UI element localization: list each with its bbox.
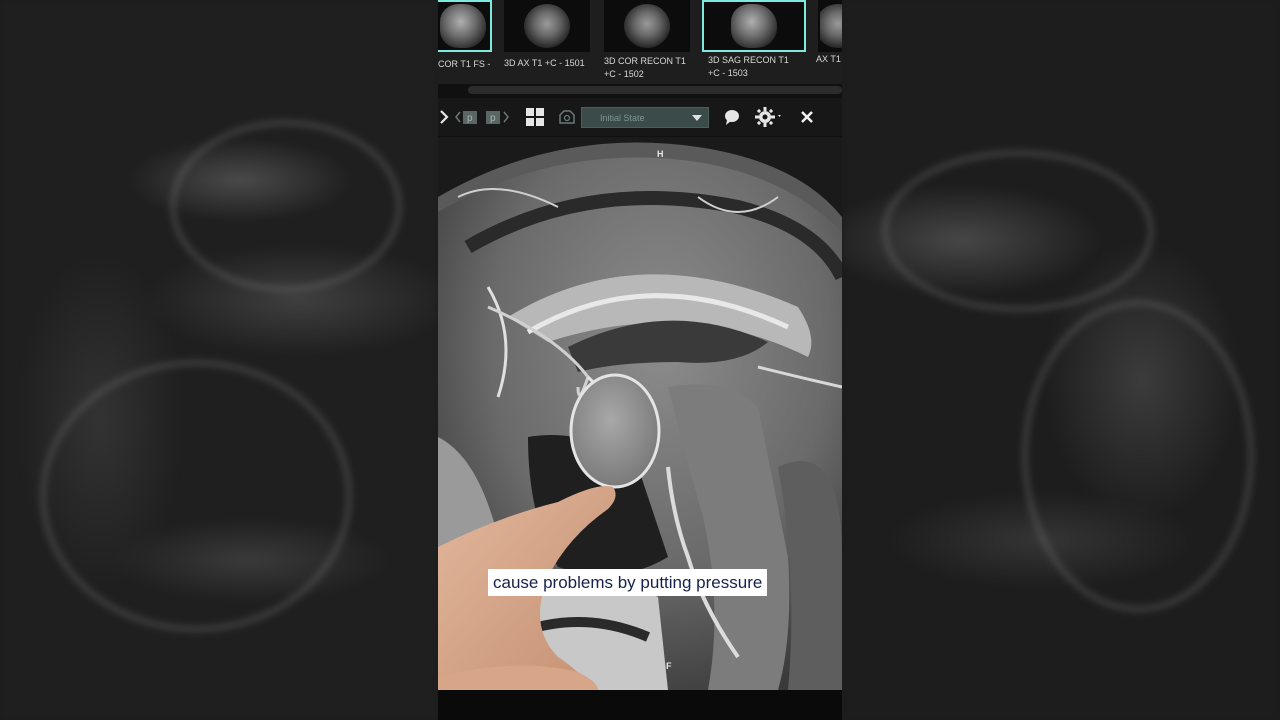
viewer-bottom-bezel [438, 690, 842, 720]
series-label: AX T1 [816, 54, 841, 64]
background-vessel-shape [170, 120, 402, 292]
series-thumbnail[interactable] [604, 0, 690, 52]
series-thumbnail[interactable] [504, 0, 590, 52]
series-thumbnail[interactable] [818, 0, 842, 52]
series-label: COR T1 FS - [438, 59, 491, 69]
comment-icon[interactable] [723, 108, 741, 126]
orientation-label-foot: F [666, 661, 672, 671]
background-vessel-shape [1022, 300, 1254, 612]
series-label: 3D AX T1 +C - 1501 [504, 58, 585, 68]
series-label: 3D SAG RECON T1 [708, 55, 789, 65]
series-thumbnail-selected[interactable] [702, 0, 806, 52]
close-icon[interactable] [798, 108, 816, 126]
series-label-line2: +C - 1502 [604, 69, 644, 79]
series-strip-scrollbar[interactable] [468, 86, 842, 94]
state-select-value: Initial State [600, 112, 645, 123]
state-select[interactable]: Initial State [581, 107, 709, 128]
background-vessel-shape [40, 360, 352, 632]
prev-page-icon[interactable]: p [454, 108, 480, 126]
blurred-background-right [842, 0, 1280, 720]
series-label: 3D COR RECON T1 [604, 56, 686, 66]
camera-icon[interactable] [558, 108, 576, 126]
chevron-down-icon [692, 115, 702, 121]
series-label-line2: +C - 1503 [708, 68, 748, 78]
video-caption: cause problems by putting pressure [488, 569, 768, 596]
svg-text:p: p [490, 113, 496, 124]
svg-text:p: p [467, 113, 473, 124]
orientation-label-head: H [657, 149, 664, 159]
series-thumbnail-strip: COR T1 FS - 3D AX T1 +C - 1501 3D COR RE… [438, 0, 842, 84]
layout-grid-icon[interactable] [526, 108, 544, 126]
imaging-viewer-screen: COR T1 FS - 3D AX T1 +C - 1501 3D COR RE… [438, 0, 842, 720]
series-thumbnail[interactable] [438, 0, 492, 52]
gear-icon[interactable] [754, 106, 784, 128]
mri-image-pane[interactable]: H F [438, 137, 842, 690]
chevron-right-icon[interactable] [438, 108, 450, 126]
background-vessel-shape [882, 150, 1154, 312]
next-page-icon[interactable]: p [484, 108, 512, 126]
blurred-background-left [0, 0, 438, 720]
viewer-toolbar: p p Initial State [438, 98, 842, 136]
sagittal-mri-image [438, 137, 842, 690]
